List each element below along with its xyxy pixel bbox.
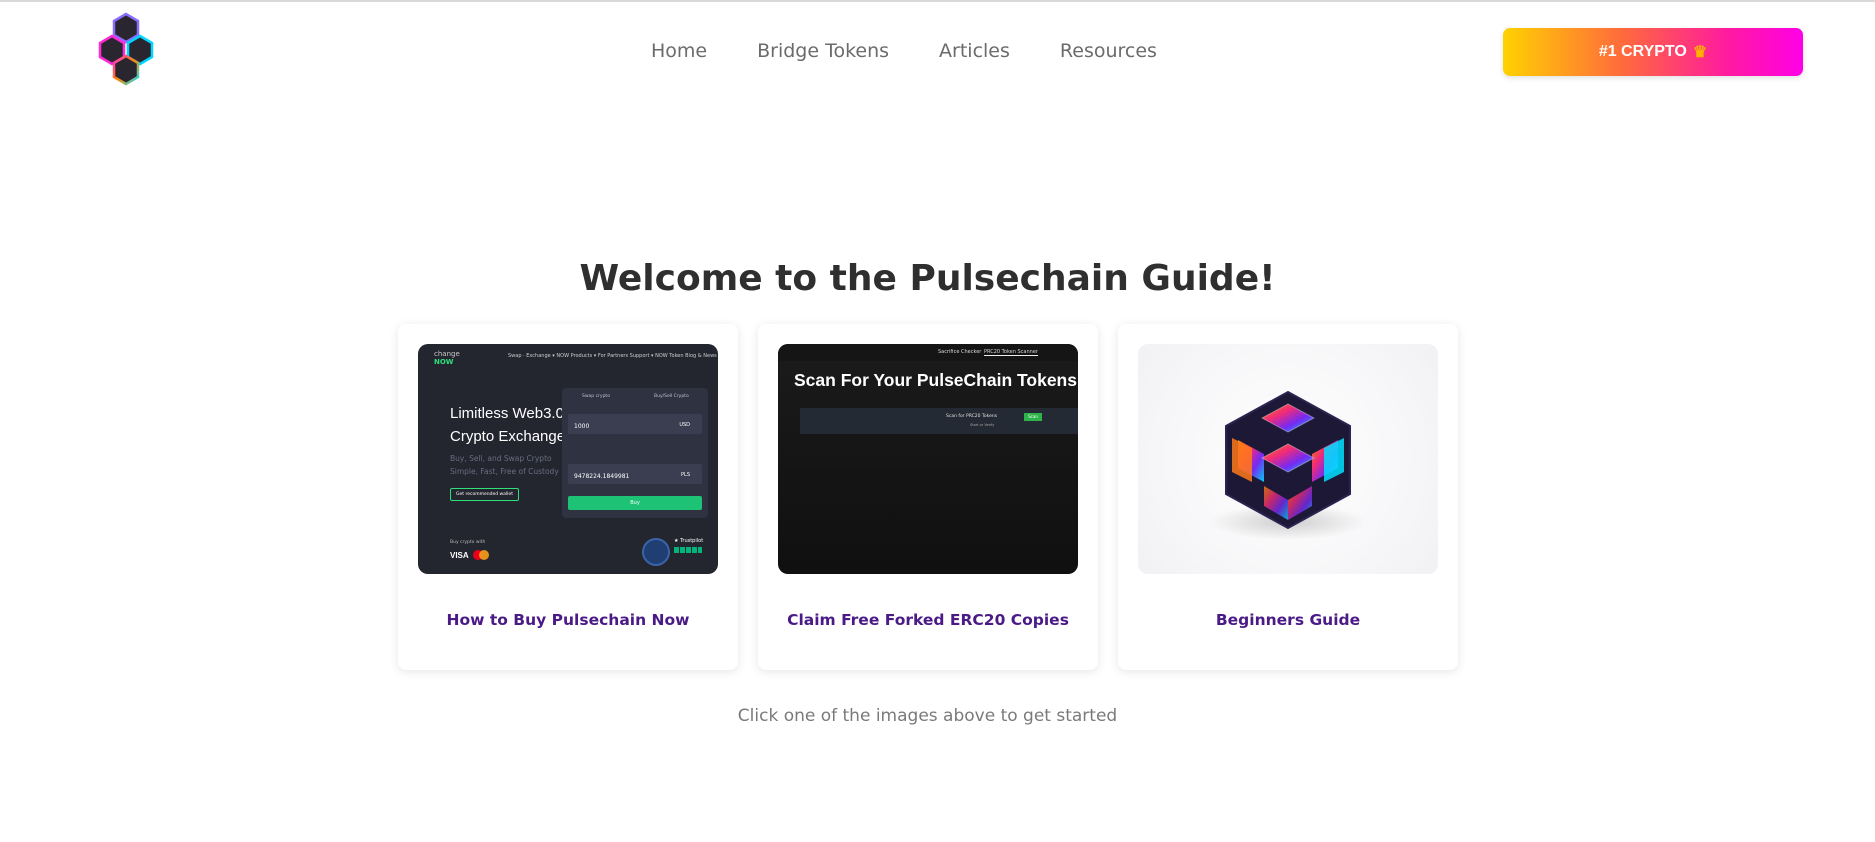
guide-cards: change NOW Swap · Exchange ▾ NOW Product… <box>398 324 1458 670</box>
thumb-heading: Limitless Web3.0 Crypto Exchange <box>450 402 565 448</box>
thumb-subheading: Buy, Sell, and Swap Crypto Simple, Fast,… <box>450 452 559 478</box>
card-how-to-buy[interactable]: change NOW Swap · Exchange ▾ NOW Product… <box>398 324 738 670</box>
thumb-scan-button: Scan <box>1024 413 1042 421</box>
card-label[interactable]: Claim Free Forked ERC20 Copies <box>758 611 1098 629</box>
brand-bottom-text: NOW <box>434 358 454 366</box>
changenow-logo: change NOW <box>434 350 460 366</box>
thumb-exchange-panel: Swap crypto Buy/Sell Crypto 1000 USD 947… <box>562 388 708 518</box>
card-label[interactable]: How to Buy Pulsechain Now <box>398 611 738 629</box>
brand-top-text: change <box>434 350 460 358</box>
trustpilot-stars-icon <box>674 547 702 553</box>
nav-home[interactable]: Home <box>651 40 707 62</box>
thumb-sub-line2: Simple, Fast, Free of Custody <box>450 467 559 476</box>
thumb-pay-label: Buy crypto with <box>450 540 486 545</box>
nav-resources[interactable]: Resources <box>1060 40 1157 62</box>
thumb-nav-text: Swap · Exchange ▾ NOW Products ▾ For Par… <box>508 353 717 359</box>
thumb-heading-line1: Limitless Web3.0 <box>450 405 564 422</box>
hexagon-cluster-logo-icon <box>98 12 154 86</box>
thumb-get-field: 9478224.1849981 PLS <box>568 464 702 484</box>
thumb-scan-bar: Scan for PRC20 Tokens Scan Start or Veri… <box>800 408 1078 434</box>
nav-bridge-tokens[interactable]: Bridge Tokens <box>757 40 889 62</box>
thumb-send-value: 1000 <box>574 423 590 430</box>
thumb-recommended-wallet: Get recommended wallet <box>450 488 519 501</box>
thumb-get-value: 9478224.1849981 <box>574 473 630 480</box>
crown-icon: ♛ <box>1692 44 1708 61</box>
main-nav: Home Bridge Tokens Articles Resources <box>651 40 1157 62</box>
trustpilot-label: ★ Trustpilot <box>674 538 704 544</box>
card-claim-forked-erc20[interactable]: Sacrifice Checker PRC20 Token Scanner Sc… <box>758 324 1098 670</box>
nav-articles[interactable]: Articles <box>939 40 1010 62</box>
thumb-tab-token-scanner: PRC20 Token Scanner <box>984 349 1038 356</box>
thumb-send-field: 1000 USD <box>568 414 702 434</box>
card-label[interactable]: Beginners Guide <box>1118 611 1458 629</box>
site-logo[interactable] <box>78 0 176 98</box>
thumb-get-currency: PLS <box>681 472 690 478</box>
thumb-heading-line2: Crypto Exchange <box>450 428 566 445</box>
card-beginners-guide[interactable]: Beginners Guide <box>1118 324 1458 670</box>
thumb-tab-sacrifice-checker: Sacrifice Checker <box>938 349 982 355</box>
thumb-sub-line1: Buy, Sell, and Swap Crypto <box>450 454 552 463</box>
beginners-guide-thumbnail[interactable] <box>1138 344 1438 574</box>
thumb-send-currency: USD <box>679 422 690 428</box>
award-badge-icon <box>642 538 670 566</box>
top-border <box>0 0 1875 2</box>
thumb-tab-swap: Swap crypto <box>582 394 610 399</box>
thumb-tab-buy-sell: Buy/Sell Crypto <box>654 394 689 399</box>
changenow-screenshot-thumbnail[interactable]: change NOW Swap · Exchange ▾ NOW Product… <box>418 344 718 574</box>
thumb-scan-label: Scan for PRC20 Tokens <box>946 414 998 419</box>
thumb-scan-title: Scan For Your PulseChain Tokens <box>794 370 1077 390</box>
get-started-hint: Click one of the images above to get sta… <box>737 706 1118 726</box>
thumb-scan-small-text: Start or Verify <box>970 423 995 427</box>
cta-label: #1 CRYPTO <box>1598 43 1687 60</box>
glowing-hexagon-cube-icon <box>1210 390 1366 540</box>
thumb-panel-tabs: Swap crypto Buy/Sell Crypto <box>562 388 708 406</box>
visa-icon: VISA <box>450 551 469 560</box>
crypto-cta-button[interactable]: #1 CRYPTO ♛ <box>1503 28 1803 76</box>
thumb-buy-button: Buy <box>568 496 702 510</box>
token-scanner-screenshot-thumbnail[interactable]: Sacrifice Checker PRC20 Token Scanner Sc… <box>778 344 1078 574</box>
mastercard-icon-overlap <box>479 550 489 560</box>
page-title: Welcome to the Pulsechain Guide! <box>579 258 1276 299</box>
